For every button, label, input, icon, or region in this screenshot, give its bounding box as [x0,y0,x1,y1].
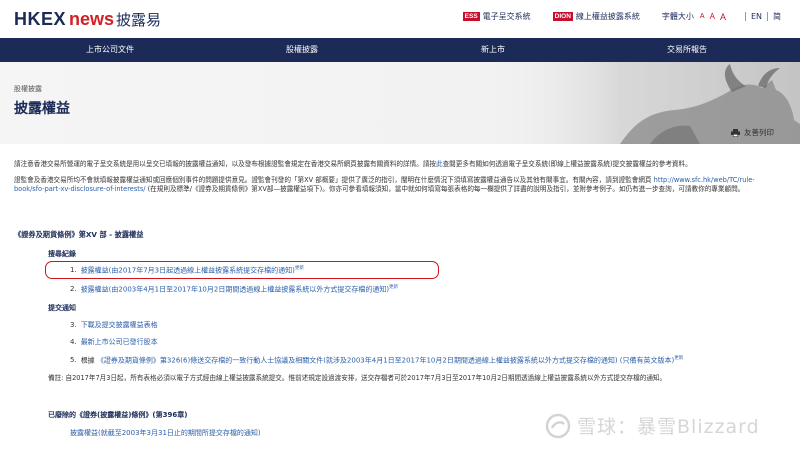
repealed-heading: 已廢除的《證券(披露權益)條例》(第396章) [48,411,188,419]
nav-item-new-listings[interactable]: 新上市 [481,38,505,62]
font-size-small-button[interactable]: A [700,13,705,20]
list-number: 1. [70,266,77,275]
list-item-3[interactable]: 3. 下載及提交披露權益表格 [70,320,158,330]
reporting-heading: 搜尋紀錄 [48,250,76,258]
page-title: 披露權益 [14,101,70,117]
font-size-large-button[interactable]: A [720,12,726,22]
intro-paragraph-2: 證監會及香港交易所均不會就填報披露權益通知或回應個別事件的問題提供意見。證監會刊… [14,176,774,195]
update-tag: 更新 [674,356,684,361]
hkex-news-logo[interactable]: HKEX news 披露易 [14,9,161,29]
intro-section: 請注意香港交易所營運的電子呈交系統是用以呈交已填報的披露權益通知，以及發布根據證… [14,160,774,195]
print-label: 友善列印 [744,128,774,137]
list-item-link[interactable]: 最新上市公司已發行股本 [81,338,158,346]
update-tag: 更新 [389,285,399,290]
printer-icon [731,128,740,137]
nav-item-exchange-reports[interactable]: 交易所報告 [667,38,707,62]
ess-link[interactable]: ESS 電子呈交系統 [462,11,531,22]
snowball-logo-icon [545,413,571,438]
submission-heading: 提交通知 [48,304,76,312]
list-prefix: 根據 [80,356,97,365]
font-size-medium-button[interactable]: A [710,12,715,21]
xueqiu-watermark: 雪球：暴雪Blizzard [545,412,760,439]
lang-sc-link[interactable]: 简 [773,11,781,22]
update-tag: 更新 [294,266,304,271]
top-links: ESS 電子呈交系統 DION 線上權益披露系統 字體大小 A A A EN 简 [462,11,786,22]
note-paragraph: 備註: 自2017年7月3日起，所有表格必須以電子方式經由線上權益披露系統提交。… [48,374,667,382]
list-item-4[interactable]: 4. 最新上市公司已發行股本 [70,337,158,347]
ess-badge: ESS [462,12,480,21]
font-size-label: 字體大小 [661,12,694,21]
lang-en-link[interactable]: EN [751,12,762,21]
font-size-control: 字體大小 A A A [662,11,731,22]
intro-text-1: 請注意香港交易所營運的電子呈交系統是用以呈交已填報的披露權益通知，以及發布根據證… [14,160,436,168]
nav-item-listed-company-documents[interactable]: 上市公司文件 [86,38,134,62]
intro-paragraph-1: 請注意香港交易所營運的電子呈交系統是用以呈交已填報的披露權益通知，以及發布根據證… [14,160,774,170]
list-item-link[interactable]: 《證券及期貨條例》第326(6)條送交存檔的一致行動人士協議及相關文件(就涉及2… [97,356,674,364]
print-friendly-button[interactable]: 友善列印 [731,127,774,138]
divider [767,12,768,21]
intro-text-2: 證監會及香港交易所均不會就填報披露權益通知或回應個別事件的問題提供意見。證監會刊… [14,175,652,184]
logo-chinese-text: 披露易 [116,11,162,29]
list-number: 5. [70,356,77,365]
logo-news-text: news [69,9,115,29]
list-number: 4. [70,338,77,346]
watermark-text: 雪球：暴雪Blizzard [577,416,760,438]
dion-badge: DION [552,12,573,21]
list-item-5[interactable]: 5. 根據 《證券及期貨條例》第326(6)條送交存檔的一致行動人士協議及相關文件… [70,355,683,365]
repealed-item[interactable]: 披露權益(就截至2003年3月31日止的期間所提交存檔的通知) [70,428,261,438]
hero-banner: 股權披露 披露權益 友善列印 [0,62,800,144]
list-item-link[interactable]: 披露權益(由2003年4月1日至2017年10月2日期間透過線上權益披露系統以外… [81,285,389,293]
intro-text-2-rest: (在規則及標準/《證券及期貨條例》第XV部—披露權益項下)。你亦可參看填報須知，… [145,185,745,194]
intro-text-1-rest: 查閱更多有關如何透過電子呈交系統(即線上權益披露系統)提交披露權益的參考資料。 [442,160,692,168]
list-number: 3. [70,321,77,329]
list-item-link[interactable]: 下載及提交披露權益表格 [81,321,158,329]
language-switch: EN 简 [744,11,786,22]
main-nav: 上市公司文件 股權披露 新上市 交易所報告 [0,38,800,62]
dion-link-label: 線上權益披露系統 [575,12,640,21]
list-item-1[interactable]: 1. 披露權益(由2017年7月3日起透過線上權益披露系統提交存檔的通知)更新 [70,265,304,275]
ess-link-label: 電子呈交系統 [482,12,531,21]
divider [744,12,746,21]
list-item-link[interactable]: 披露權益(就截至2003年3月31日止的期間所提交存檔的通知) [70,429,261,437]
breadcrumb[interactable]: 股權披露 [14,84,42,94]
nav-item-disclosure-of-interests[interactable]: 股權披露 [286,38,318,62]
logo-hkex-text: HKEX [14,9,67,29]
list-number: 2. [70,285,77,294]
list-item-2[interactable]: 2. 披露權益(由2003年4月1日至2017年10月2日期間透過線上權益披露系統… [70,284,398,294]
reference-link[interactable]: 此 [436,160,443,168]
section-title: 《證券及期貨條例》第XV 部 - 披露權益 [14,230,144,239]
list-item-link[interactable]: 披露權益(由2017年7月3日起透過線上權益披露系統提交存檔的通知) [81,266,295,274]
top-bar: HKEX news 披露易 ESS 電子呈交系統 DION 線上權益披露系統 字… [0,0,800,38]
dion-link[interactable]: DION 線上權益披露系統 [552,11,640,22]
